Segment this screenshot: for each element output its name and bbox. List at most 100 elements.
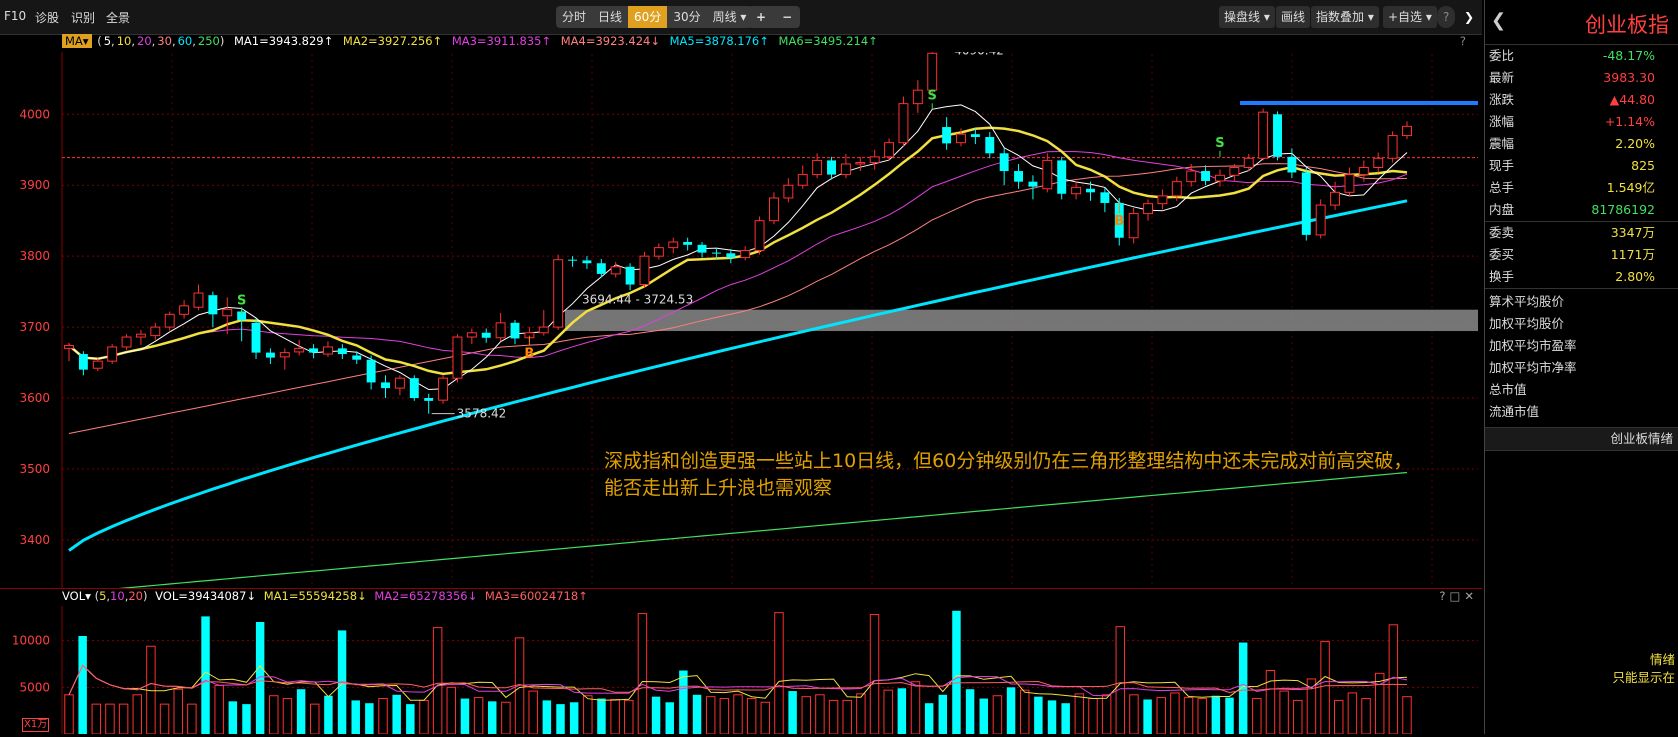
f10-button[interactable]: F10 [4,9,26,23]
volume-bar-down [665,702,674,734]
help-icon[interactable]: ? [1437,6,1456,28]
volume-chart-panel[interactable]: 5000 10000 X1万 [0,606,1482,735]
candle-up [754,220,765,251]
vol-value: VOL=39434087↓ [155,589,257,603]
ma30-line [68,163,1408,434]
candle-up [610,266,621,275]
volume-bar-down [965,689,975,734]
trade-line-dropdown[interactable]: 操盘线 ▾ [1219,6,1275,28]
volume-bar-down [406,704,415,734]
volume-chart[interactable]: 5000 10000 [0,606,1482,735]
quote-row: 现手 825 [1485,155,1678,177]
volume-bar-down [1225,697,1234,734]
order-row: 换手 2.80% [1485,266,1678,288]
volume-bar-up [118,703,129,735]
period-tab-30min[interactable]: 30分 [667,6,706,28]
price-chart[interactable]: 3400 3500 3600 3700 3800 3900 4000 4090.42 3578.… [0,43,1482,594]
vol-y-tick-label: 10000 [12,634,50,648]
quote-row: 内盘 81786192 [1485,199,1678,221]
zoom-in-button[interactable]: + [748,6,774,28]
analysis-note: 深成指和创造更强一些站上10日线，但60分钟级别仍在三角形整理结构中还未完成对前… [604,448,1412,502]
volume-bar-up [624,699,634,735]
candle-down [970,134,980,137]
candle-down [424,398,434,401]
volume-bar-up [842,699,852,735]
quote-row: 涨幅 +1.14% [1485,111,1678,133]
volume-unit-label: X1万 [22,718,50,732]
volume-bar-down [952,610,961,734]
vol-selector[interactable]: VOL▾ [62,589,91,603]
vol-param: 10 [110,589,125,603]
collapse-panel-icon[interactable]: ❯ [1459,6,1479,28]
candle-up [538,326,549,334]
period-tab-60min[interactable]: 60分 [628,6,668,28]
vol-y-tick-label: 5000 [19,680,50,694]
stat-link[interactable]: 加权平均市净率 [1485,357,1678,379]
gem-sentiment-tab[interactable]: 创业板情绪 [1485,427,1678,451]
candle-up [1042,159,1053,190]
volume-bar-up [446,686,457,735]
vol-ma3-value: MA3=60024718↑ [484,589,588,603]
period-tab-weekly[interactable]: 周线 ▾ [707,6,753,28]
volume-bar-up [378,698,388,735]
quote-row: 震幅 2.20% [1485,133,1678,155]
ma-param: 10 [116,34,132,48]
watchlist-dropdown[interactable]: +自选 ▾ [1383,6,1437,28]
maximize-icon[interactable]: □ [1449,589,1464,603]
volume-bar-down [897,688,907,734]
volume-bar-down [556,704,565,734]
quote-rows: 委比 -48.17% 最新 3983.30 涨跌 ▲44.80 涨幅 +1.14% 震幅 2.20… [1485,45,1678,221]
volume-window-controls[interactable]: ?□✕ [1439,589,1478,603]
volume-bar-down [296,689,306,734]
candle-up [1243,157,1254,168]
volume-bar-down [460,698,470,734]
period-tab-daily[interactable]: 日线 [592,6,628,28]
stat-link[interactable]: 流通市值 [1485,401,1678,423]
volume-bar-up [1088,698,1098,735]
panorama-button[interactable]: 全景 [106,9,130,26]
draw-line-button[interactable]: 画线 [1276,6,1311,28]
order-rows: 委卖 3347万 委买 1171万 换手 2.80% [1485,221,1678,288]
price-chart-panel[interactable]: 3400 3500 3600 3700 3800 3900 4000 4090.42 3578.… [0,43,1482,594]
volume-bar-up [583,695,593,735]
ma-selector[interactable]: MA▾ [62,34,92,48]
candle-down [726,253,736,258]
zoom-out-button[interactable]: − [774,6,800,28]
candle-up [639,255,650,286]
signal-marker-sell: S [237,293,246,308]
stat-link[interactable]: 算术平均股价 [1485,291,1678,313]
candle-down [1273,114,1282,157]
candle-up [927,52,938,91]
volume-bar-up [1347,692,1358,735]
candle-up [855,162,866,165]
volume-bar-up [214,684,224,735]
candle-down [711,252,721,254]
quote-value: 81786192 [1591,202,1655,217]
indicator-help-icon[interactable]: ? [1460,34,1466,48]
back-icon[interactable]: ❮ [1491,10,1506,31]
candle-down [568,259,578,261]
vol-ma1-value: MA1=55594258↓ [263,589,367,603]
identify-button[interactable]: 识别 [71,9,95,26]
stat-link[interactable]: 总市值 [1485,379,1678,401]
candle-down [1100,192,1110,203]
candle-down [78,354,88,370]
volume-bar-up [269,695,279,735]
close-icon[interactable]: ✕ [1464,589,1478,603]
candle-up [797,174,808,186]
candle-up [1258,111,1269,159]
candle-down [309,348,319,353]
diagnose-button[interactable]: 诊股 [35,9,59,26]
candle-up [869,156,880,164]
volume-bar-up [514,637,525,735]
volume-bar-up [883,689,893,735]
index-overlay-dropdown[interactable]: 指数叠加 ▾ [1311,6,1379,28]
help-icon[interactable]: ? [1439,589,1449,603]
stat-link[interactable]: 加权平均市盈率 [1485,335,1678,357]
quote-label: 最新 [1489,70,1515,85]
volume-bar-up [187,703,197,735]
stat-link[interactable]: 加权平均股价 [1485,313,1678,335]
period-tab-timeshare[interactable]: 分时 [556,6,592,28]
candle-up [898,103,909,144]
y-tick-label: 3600 [19,391,50,405]
